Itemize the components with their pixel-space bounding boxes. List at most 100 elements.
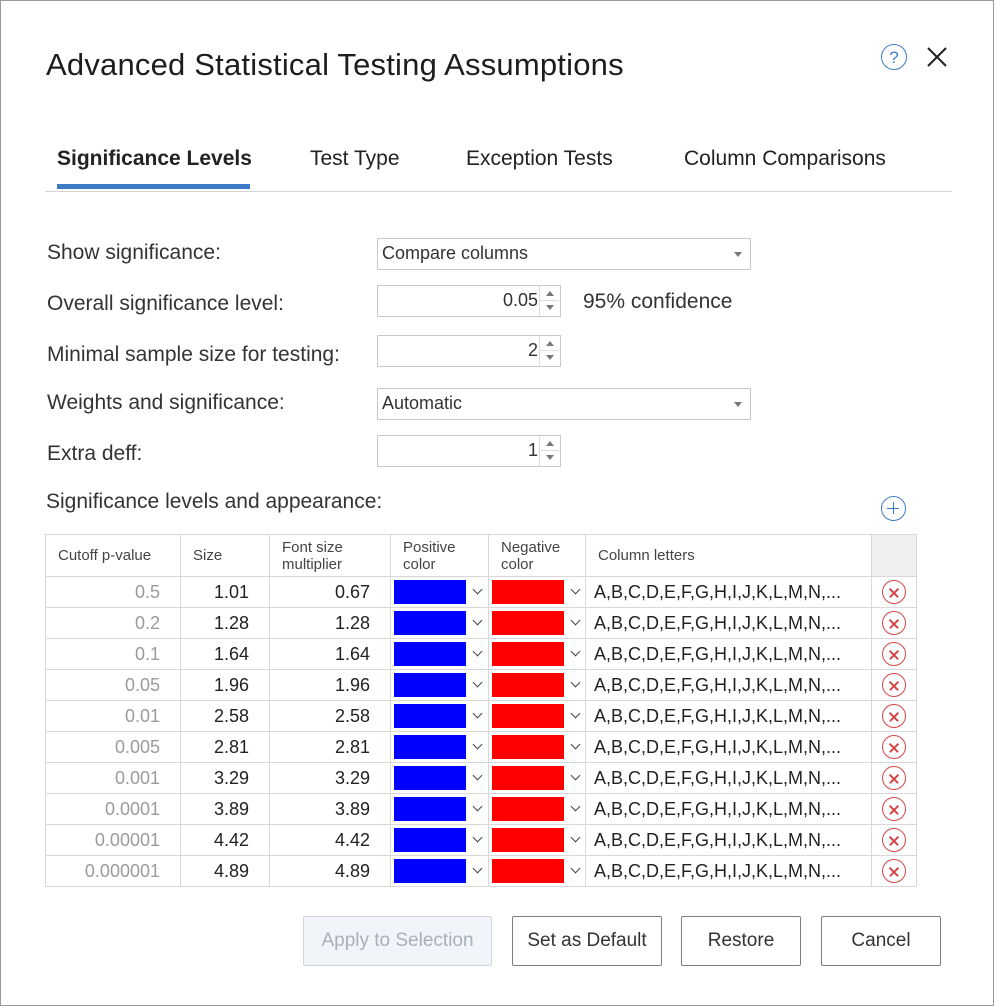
size-cell[interactable]: 1.96 xyxy=(180,669,270,701)
weights-select[interactable]: Automatic xyxy=(377,388,751,420)
negative-color-picker[interactable] xyxy=(492,642,585,666)
column-letters-cell[interactable]: A,B,C,D,E,F,G,H,I,J,K,L,M,N,... xyxy=(585,669,872,701)
cutoff-cell[interactable]: 0.005 xyxy=(45,731,181,763)
negative-color-picker[interactable] xyxy=(492,828,585,852)
chevron-down-icon[interactable] xyxy=(472,615,483,626)
positive-color-swatch[interactable] xyxy=(394,828,466,852)
positive-color-swatch[interactable] xyxy=(394,673,466,697)
negative-color-cell[interactable] xyxy=(488,824,586,856)
cutoff-cell[interactable]: 0.01 xyxy=(45,700,181,732)
column-letters-cell[interactable]: A,B,C,D,E,F,G,H,I,J,K,L,M,N,... xyxy=(585,638,872,670)
positive-color-picker[interactable] xyxy=(394,828,488,852)
positive-color-picker[interactable] xyxy=(394,859,488,883)
chevron-down-icon[interactable] xyxy=(472,677,483,688)
positive-color-picker[interactable] xyxy=(394,580,488,604)
negative-color-cell[interactable] xyxy=(488,638,586,670)
column-letters-cell[interactable]: A,B,C,D,E,F,G,H,I,J,K,L,M,N,... xyxy=(585,731,872,763)
chevron-down-icon[interactable] xyxy=(472,832,483,843)
chevron-down-icon[interactable] xyxy=(570,677,581,688)
font-multiplier-cell[interactable]: 3.89 xyxy=(269,793,391,825)
extra-deff-spinner[interactable] xyxy=(539,436,560,466)
positive-color-swatch[interactable] xyxy=(394,735,466,759)
negative-color-swatch[interactable] xyxy=(492,735,564,759)
chevron-down-icon[interactable] xyxy=(472,646,483,657)
chevron-down-icon[interactable] xyxy=(570,832,581,843)
chevron-down-icon[interactable] xyxy=(570,770,581,781)
remove-icon[interactable] xyxy=(882,797,906,821)
positive-color-swatch[interactable] xyxy=(394,704,466,728)
size-cell[interactable]: 1.64 xyxy=(180,638,270,670)
spin-down-icon[interactable] xyxy=(540,451,559,465)
negative-color-swatch[interactable] xyxy=(492,704,564,728)
positive-color-cell[interactable] xyxy=(390,793,489,825)
negative-color-cell[interactable] xyxy=(488,607,586,639)
positive-color-swatch[interactable] xyxy=(394,611,466,635)
negative-color-picker[interactable] xyxy=(492,859,585,883)
close-icon[interactable] xyxy=(925,45,949,69)
set-as-default-button[interactable]: Set as Default xyxy=(512,916,662,966)
header-negative-color[interactable]: Negative color xyxy=(488,534,586,577)
header-column-letters[interactable]: Column letters xyxy=(585,534,872,577)
negative-color-swatch[interactable] xyxy=(492,828,564,852)
help-icon[interactable]: ? xyxy=(881,44,907,70)
chevron-down-icon[interactable] xyxy=(570,615,581,626)
spin-down-icon[interactable] xyxy=(540,351,559,365)
chevron-down-icon[interactable] xyxy=(472,770,483,781)
negative-color-swatch[interactable] xyxy=(492,580,564,604)
chevron-down-icon[interactable] xyxy=(472,801,483,812)
chevron-down-icon[interactable] xyxy=(472,863,483,874)
spin-up-icon[interactable] xyxy=(540,436,559,451)
positive-color-swatch[interactable] xyxy=(394,580,466,604)
spin-up-icon[interactable] xyxy=(540,336,559,351)
positive-color-cell[interactable] xyxy=(390,731,489,763)
size-cell[interactable]: 3.29 xyxy=(180,762,270,794)
remove-icon[interactable] xyxy=(882,704,906,728)
negative-color-swatch[interactable] xyxy=(492,642,564,666)
negative-color-picker[interactable] xyxy=(492,673,585,697)
tab-test-type[interactable]: Test Type xyxy=(310,147,400,171)
remove-icon[interactable] xyxy=(882,735,906,759)
spin-down-icon[interactable] xyxy=(540,301,559,315)
remove-icon[interactable] xyxy=(882,642,906,666)
font-multiplier-cell[interactable]: 4.89 xyxy=(269,855,391,887)
cancel-button[interactable]: Cancel xyxy=(821,916,941,966)
size-cell[interactable]: 4.89 xyxy=(180,855,270,887)
font-multiplier-cell[interactable]: 1.64 xyxy=(269,638,391,670)
add-level-icon[interactable] xyxy=(881,496,906,521)
chevron-down-icon[interactable] xyxy=(472,584,483,595)
negative-color-picker[interactable] xyxy=(492,704,585,728)
chevron-down-icon[interactable] xyxy=(472,708,483,719)
size-cell[interactable]: 3.89 xyxy=(180,793,270,825)
positive-color-swatch[interactable] xyxy=(394,797,466,821)
font-multiplier-cell[interactable]: 0.67 xyxy=(269,576,391,608)
size-cell[interactable]: 1.28 xyxy=(180,607,270,639)
negative-color-swatch[interactable] xyxy=(492,797,564,821)
font-multiplier-cell[interactable]: 2.81 xyxy=(269,731,391,763)
cutoff-cell[interactable]: 0.001 xyxy=(45,762,181,794)
positive-color-picker[interactable] xyxy=(394,642,488,666)
negative-color-picker[interactable] xyxy=(492,766,585,790)
chevron-down-icon[interactable] xyxy=(570,863,581,874)
overall-significance-input[interactable]: 0.05 xyxy=(377,285,561,317)
negative-color-cell[interactable] xyxy=(488,762,586,794)
restore-button[interactable]: Restore xyxy=(681,916,801,966)
chevron-down-icon[interactable] xyxy=(570,584,581,595)
positive-color-swatch[interactable] xyxy=(394,642,466,666)
font-multiplier-cell[interactable]: 3.29 xyxy=(269,762,391,794)
tab-column-comparisons[interactable]: Column Comparisons xyxy=(684,147,886,171)
positive-color-picker[interactable] xyxy=(394,766,488,790)
negative-color-picker[interactable] xyxy=(492,580,585,604)
column-letters-cell[interactable]: A,B,C,D,E,F,G,H,I,J,K,L,M,N,... xyxy=(585,824,872,856)
remove-icon[interactable] xyxy=(882,766,906,790)
column-letters-cell[interactable]: A,B,C,D,E,F,G,H,I,J,K,L,M,N,... xyxy=(585,762,872,794)
negative-color-swatch[interactable] xyxy=(492,673,564,697)
remove-icon[interactable] xyxy=(882,828,906,852)
cutoff-cell[interactable]: 0.1 xyxy=(45,638,181,670)
min-sample-input[interactable]: 2 xyxy=(377,335,561,367)
overall-significance-spinner[interactable] xyxy=(539,286,560,316)
chevron-down-icon[interactable] xyxy=(570,801,581,812)
chevron-down-icon[interactable] xyxy=(570,708,581,719)
cutoff-cell[interactable]: 0.0001 xyxy=(45,793,181,825)
positive-color-cell[interactable] xyxy=(390,607,489,639)
positive-color-swatch[interactable] xyxy=(394,859,466,883)
